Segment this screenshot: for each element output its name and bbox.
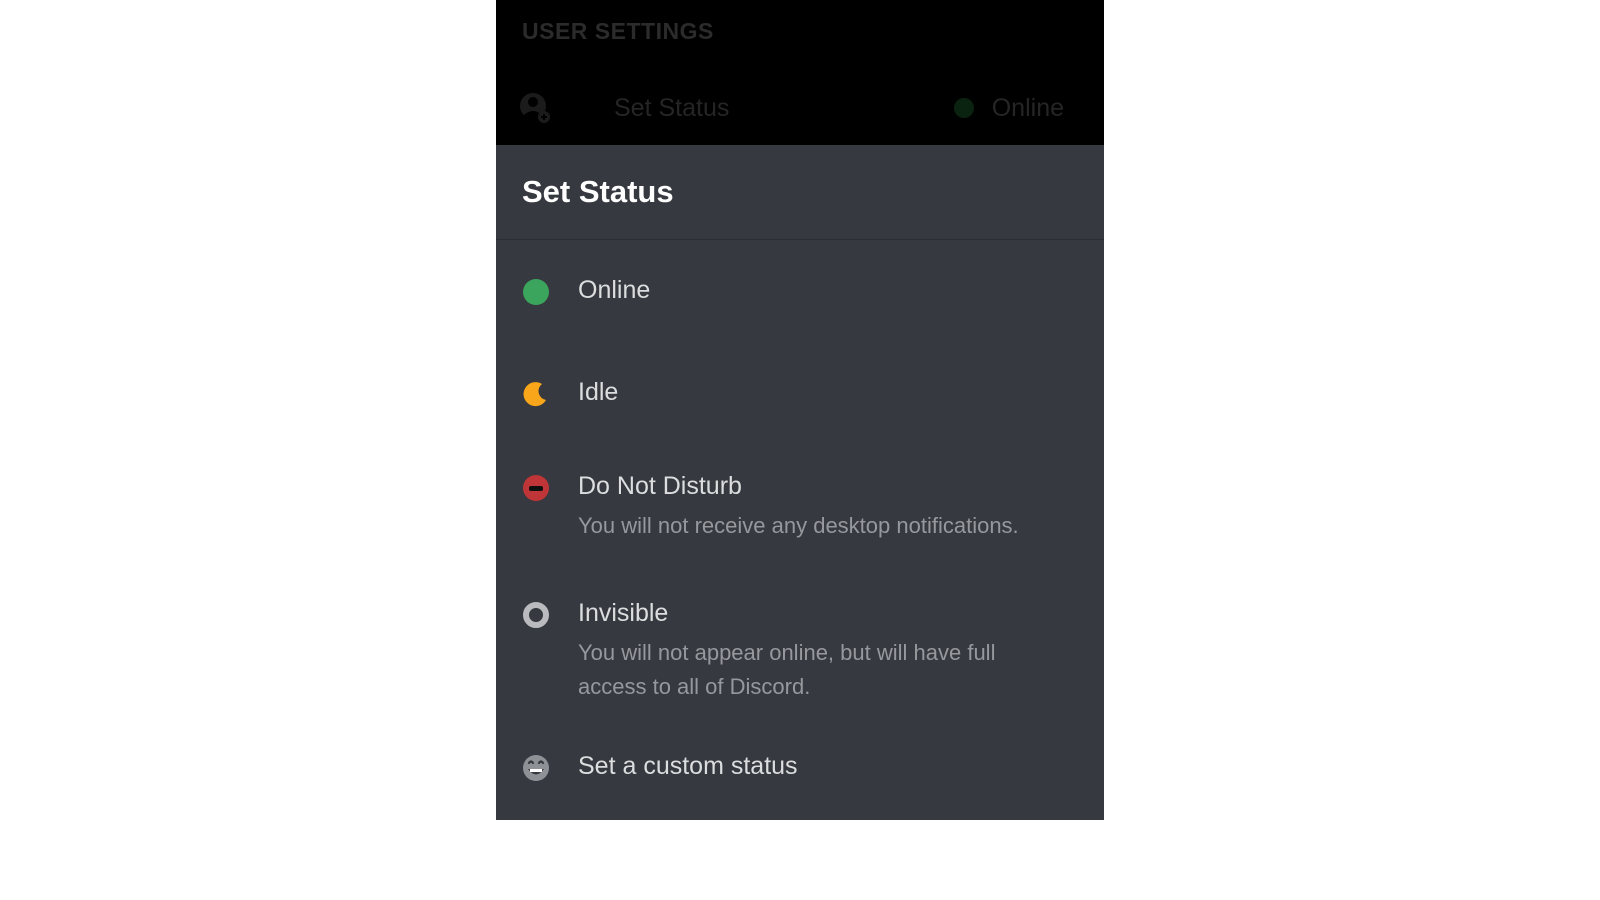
app-container: USER SETTINGS Set Status Online Set Stat… (496, 0, 1104, 820)
emoji-smile-icon (522, 754, 550, 782)
header-dimmed-background: USER SETTINGS Set Status Online (496, 0, 1104, 145)
set-status-sheet: Set Status Online Idle (496, 145, 1104, 818)
status-description: You will not appear online, but will hav… (578, 636, 1058, 704)
status-option-dnd[interactable]: Do Not Disturb You will not receive any … (496, 444, 1104, 571)
header-current-status: Online (954, 94, 1064, 123)
status-option-online[interactable]: Online (496, 240, 1104, 342)
status-option-invisible[interactable]: Invisible You will not appear online, bu… (496, 571, 1104, 732)
online-icon (522, 278, 550, 306)
sheet-title: Set Status (496, 145, 1104, 240)
header-current-status-label: Online (992, 94, 1064, 123)
status-option-custom[interactable]: Set a custom status (496, 732, 1104, 818)
header-status-row[interactable]: Set Status Online (522, 93, 1078, 123)
status-option-idle[interactable]: Idle (496, 342, 1104, 444)
status-label: Idle (578, 378, 618, 407)
status-description: You will not receive any desktop notific… (578, 509, 1019, 543)
header-set-status-label: Set Status (614, 94, 942, 123)
status-options-list: Online Idle Do Not Disturb (496, 240, 1104, 818)
dnd-icon (522, 474, 550, 502)
settings-header-title: USER SETTINGS (522, 18, 1078, 45)
status-label: Set a custom status (578, 752, 798, 781)
invisible-icon (522, 601, 550, 629)
status-label: Do Not Disturb (578, 472, 1019, 501)
online-status-dot-icon (954, 98, 974, 118)
user-avatar-icon (520, 93, 550, 123)
status-label: Online (578, 276, 650, 305)
idle-moon-icon (522, 380, 550, 408)
status-label: Invisible (578, 599, 1058, 628)
